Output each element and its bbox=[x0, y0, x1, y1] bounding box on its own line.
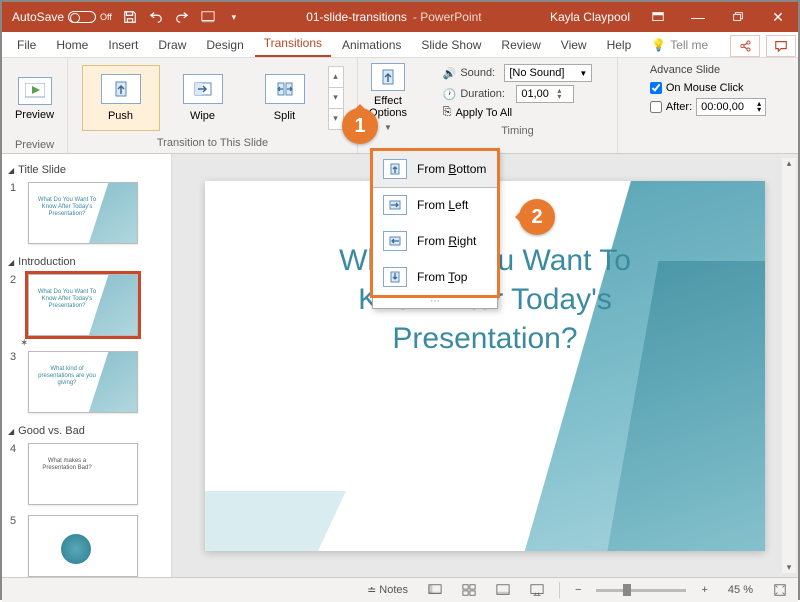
group-label-preview: Preview bbox=[2, 138, 67, 151]
tab-draw[interactable]: Draw bbox=[149, 33, 195, 57]
autosave-toggle[interactable]: AutoSave Off bbox=[8, 10, 116, 24]
tab-home[interactable]: Home bbox=[47, 33, 97, 57]
slide-num-2: 2 bbox=[10, 274, 22, 286]
from-left-icon bbox=[383, 195, 407, 215]
share-button[interactable] bbox=[730, 35, 760, 57]
close-icon[interactable]: ✕ bbox=[758, 2, 798, 32]
sound-label: Sound: bbox=[460, 67, 500, 79]
preview-button[interactable]: Preview bbox=[6, 64, 64, 134]
notes-button[interactable]: ≐Notes bbox=[362, 582, 413, 599]
tab-transitions[interactable]: Transitions bbox=[255, 31, 331, 57]
zoom-slider[interactable] bbox=[596, 589, 686, 592]
duration-input[interactable]: 01,00▴▾ bbox=[516, 85, 574, 103]
slide-num-3: 3 bbox=[10, 351, 22, 363]
tab-view[interactable]: View bbox=[552, 33, 596, 57]
apply-all-icon: ⎘ bbox=[443, 106, 452, 119]
ribbon: Preview Preview Push Wipe Split ▴▾▾ Tran… bbox=[2, 58, 798, 154]
duration-label: Duration: bbox=[460, 88, 512, 100]
slide-num-1: 1 bbox=[10, 182, 22, 194]
tab-insert[interactable]: Insert bbox=[99, 33, 147, 57]
after-checkbox[interactable]: After: 00:00,00▴▾ bbox=[650, 98, 766, 116]
push-icon bbox=[101, 74, 141, 104]
sound-icon: 🔊 bbox=[443, 67, 457, 80]
zoom-in-button[interactable]: + bbox=[696, 582, 712, 598]
chevron-down-icon: ▼ bbox=[384, 123, 392, 132]
restore-icon[interactable] bbox=[718, 2, 758, 32]
tab-animations[interactable]: Animations bbox=[333, 33, 410, 57]
section-introduction[interactable]: ◢Introduction bbox=[6, 252, 167, 272]
tell-me[interactable]: 💡Tell me bbox=[642, 33, 717, 57]
ribbon-tabs: File Home Insert Draw Design Transitions… bbox=[2, 32, 798, 58]
menu-resize-grip[interactable]: ⋯ bbox=[373, 295, 497, 308]
tab-help[interactable]: Help bbox=[598, 33, 641, 57]
thumbnail-4[interactable]: What makes a Presentation Bad? bbox=[28, 443, 138, 505]
thumbnail-5[interactable] bbox=[28, 515, 138, 577]
statusbar: ≐Notes − + 45 % bbox=[2, 577, 798, 602]
start-from-beginning-icon[interactable] bbox=[196, 5, 220, 29]
redo-icon[interactable] bbox=[170, 5, 194, 29]
tab-file[interactable]: File bbox=[8, 33, 45, 57]
tab-design[interactable]: Design bbox=[197, 33, 252, 57]
slideshow-view-icon[interactable] bbox=[525, 581, 549, 599]
transition-gallery-more[interactable]: ▴▾▾ bbox=[328, 66, 344, 130]
qat-more-icon[interactable]: ▾ bbox=[222, 5, 246, 29]
wipe-icon bbox=[183, 74, 223, 104]
tab-review[interactable]: Review bbox=[492, 33, 549, 57]
from-bottom-icon bbox=[383, 159, 407, 179]
effect-from-bottom[interactable]: From Bottom bbox=[372, 150, 498, 188]
duration-icon: 🕐 bbox=[443, 88, 457, 101]
transition-wipe[interactable]: Wipe bbox=[164, 65, 242, 131]
advance-slide-header: Advance Slide bbox=[650, 64, 766, 76]
transition-split[interactable]: Split bbox=[246, 65, 324, 131]
zoom-level[interactable]: 45 % bbox=[723, 582, 758, 598]
effect-from-left[interactable]: From Left bbox=[373, 187, 497, 223]
reading-view-icon[interactable] bbox=[491, 581, 515, 599]
split-icon bbox=[265, 74, 305, 104]
thumbnail-3[interactable]: What kind of presentations are you givin… bbox=[28, 351, 138, 413]
callout-1: 1 bbox=[342, 108, 378, 144]
after-time-input[interactable]: 00:00,00▴▾ bbox=[696, 98, 766, 116]
thumbnail-2[interactable]: What Do You Want To Know After Today's P… bbox=[28, 274, 138, 336]
transition-push[interactable]: Push bbox=[82, 65, 160, 131]
save-icon[interactable] bbox=[118, 5, 142, 29]
ribbon-display-icon[interactable] bbox=[638, 2, 678, 32]
apply-to-all-button[interactable]: Apply To All bbox=[455, 107, 512, 119]
section-title-slide[interactable]: ◢Title Slide bbox=[6, 160, 167, 180]
from-top-icon bbox=[383, 267, 407, 287]
titlebar: AutoSave Off ▾ 01-slide-transitions - Po… bbox=[2, 2, 798, 32]
slide-num-4: 4 bbox=[10, 443, 22, 455]
on-mouse-click-checkbox[interactable]: On Mouse Click bbox=[650, 82, 766, 94]
normal-view-icon[interactable] bbox=[423, 581, 447, 599]
fit-to-window-icon[interactable] bbox=[768, 581, 792, 599]
tab-slideshow[interactable]: Slide Show bbox=[412, 33, 490, 57]
effect-options-icon bbox=[371, 63, 405, 91]
effect-from-right[interactable]: From Right bbox=[373, 223, 497, 259]
bulb-icon: 💡 bbox=[651, 38, 666, 52]
callout-2: 2 bbox=[519, 199, 555, 235]
preview-icon bbox=[18, 77, 52, 105]
from-right-icon bbox=[383, 231, 407, 251]
slide-num-5: 5 bbox=[10, 515, 22, 527]
section-good-vs-bad[interactable]: ◢Good vs. Bad bbox=[6, 421, 167, 441]
undo-icon[interactable] bbox=[144, 5, 168, 29]
thumbnail-1[interactable]: What Do You Want To Know After Today's P… bbox=[28, 182, 138, 244]
window-title: 01-slide-transitions - PowerPoint bbox=[246, 10, 542, 24]
slide-sorter-icon[interactable] bbox=[457, 581, 481, 599]
user-name[interactable]: Kayla Claypool bbox=[542, 10, 638, 24]
group-label-transition: Transition to This Slide bbox=[68, 135, 357, 151]
transition-indicator-icon: ✶ bbox=[6, 338, 167, 349]
minimize-icon[interactable]: — bbox=[678, 2, 718, 32]
effect-options-menu: From Bottom From Left From Right From To… bbox=[372, 150, 498, 309]
comments-button[interactable] bbox=[766, 35, 796, 57]
slide-thumbnail-panel[interactable]: ◢Title Slide 1 What Do You Want To Know A… bbox=[2, 154, 172, 577]
zoom-out-button[interactable]: − bbox=[570, 582, 586, 598]
effect-from-top[interactable]: From Top bbox=[373, 259, 497, 295]
group-label-timing: Timing bbox=[418, 123, 617, 139]
vertical-scrollbar[interactable]: ▴▾ bbox=[782, 158, 796, 573]
sound-dropdown[interactable]: [No Sound]▼ bbox=[504, 64, 592, 82]
